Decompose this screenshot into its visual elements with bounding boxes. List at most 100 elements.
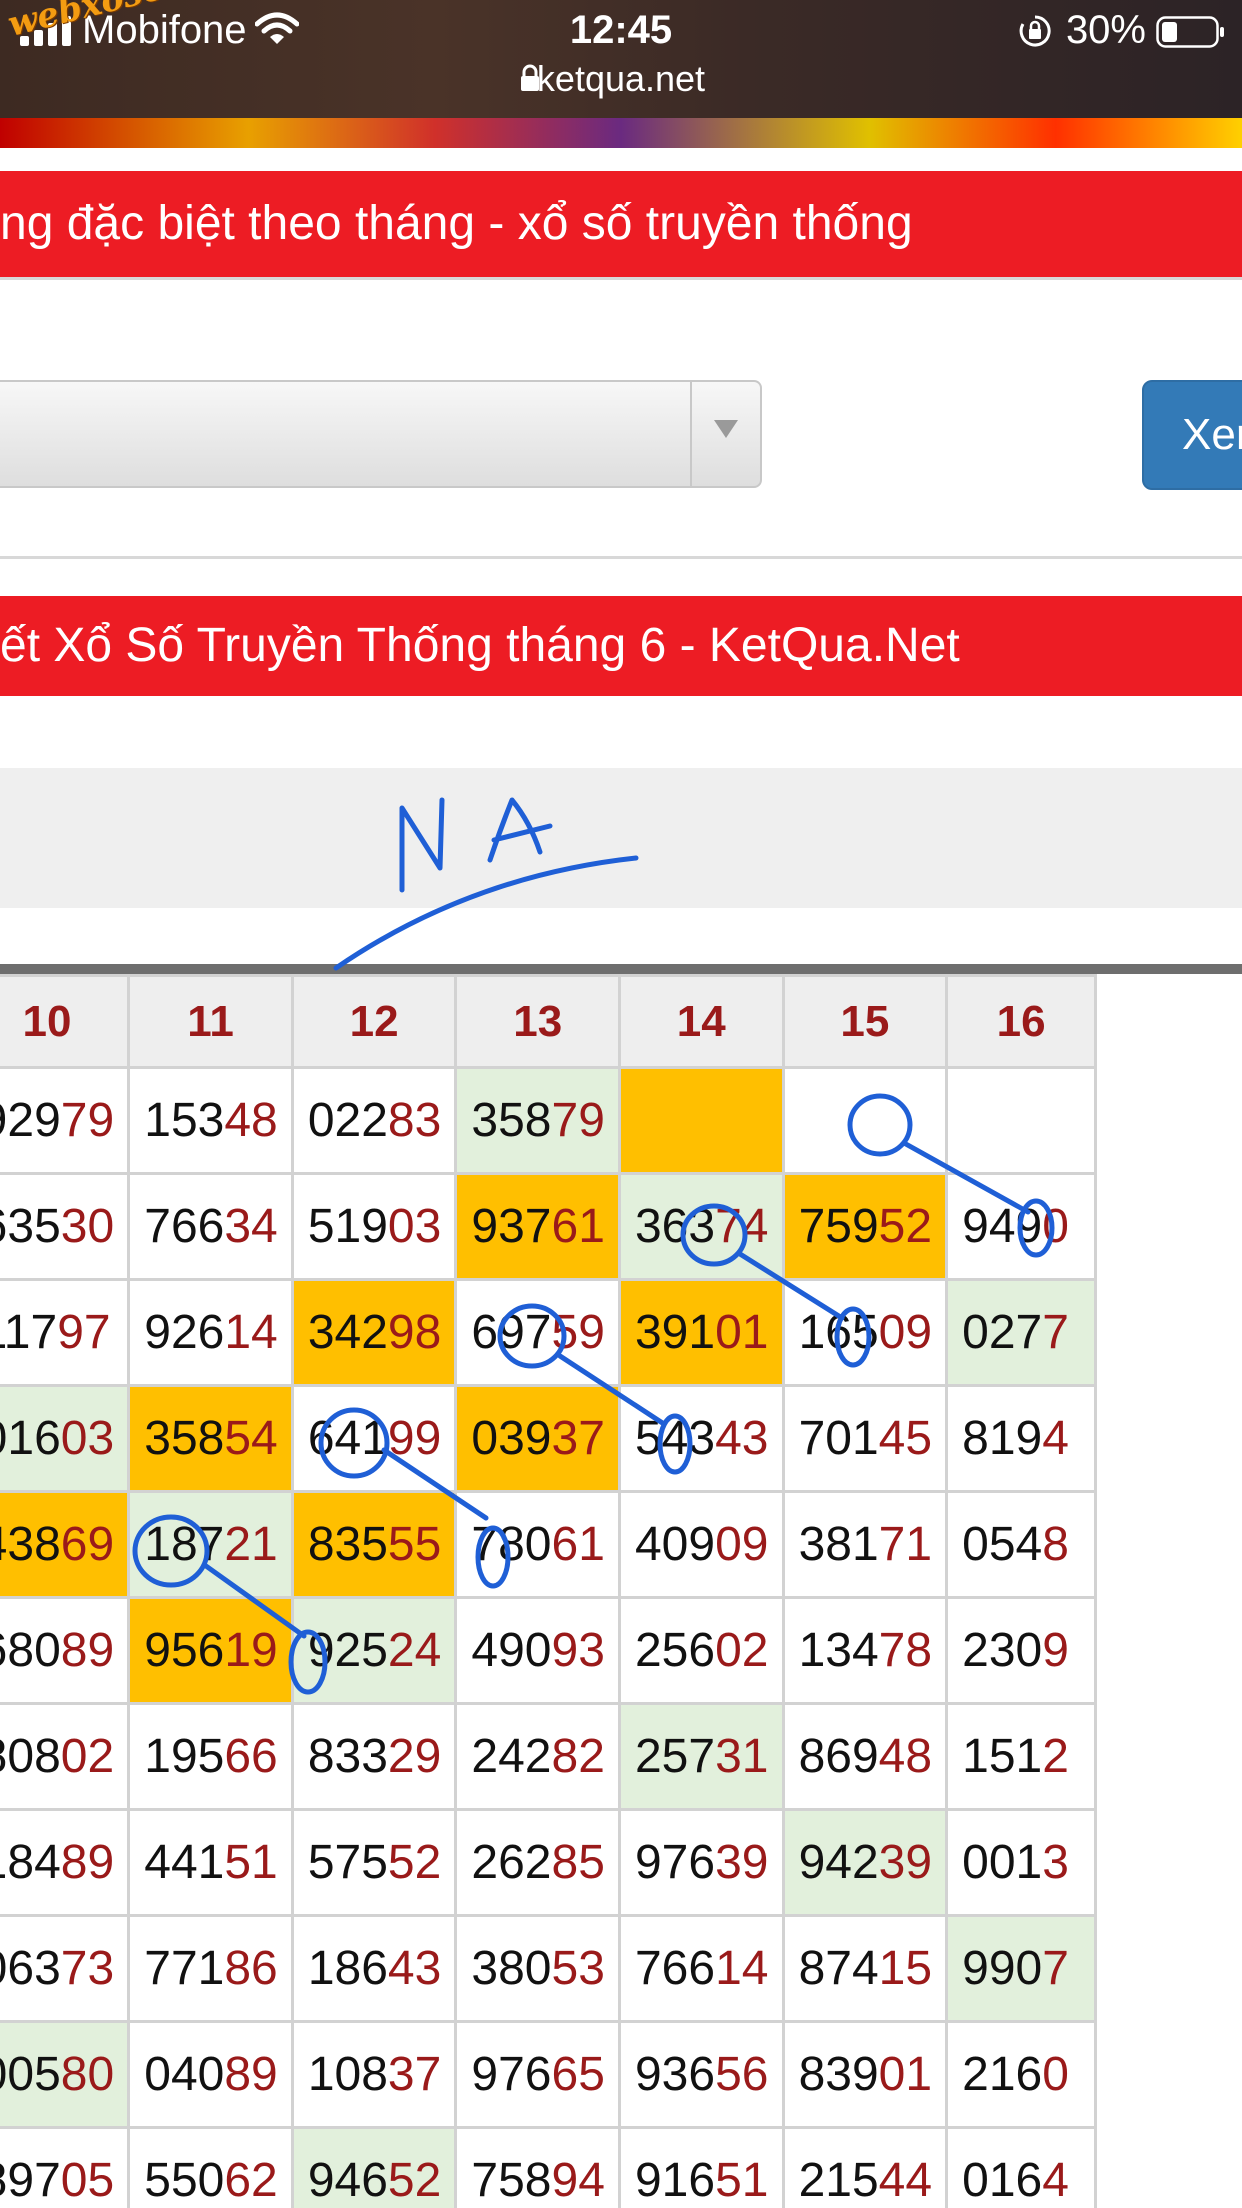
column-header-day: 14 [617,974,785,1069]
result-cell: 35854 [127,1384,294,1493]
result-prefix: 946 [307,2154,388,2207]
result-prefix: 490 [471,1624,552,1677]
result-cell: 9490 [945,1172,1097,1281]
result-cell: 01603 [0,1384,131,1493]
result-last-two-digits: 7 [1042,1942,1069,1995]
result-prefix: 230 [962,1624,1043,1677]
result-cell: 49093 [454,1596,621,1705]
result-last-two-digits: 65 [551,2048,605,2101]
result-cell: 34298 [290,1278,458,1387]
result-prefix: 441 [144,1836,225,1889]
result-cell: 16509 [781,1278,949,1387]
result-prefix: 976 [634,1836,716,1889]
result-last-two-digits: 37 [551,1412,605,1465]
results-table: 910111213141516 992979153480228335879063… [0,974,1097,2208]
result-last-two-digits: 59 [551,1306,605,1359]
result-last-two-digits: 01 [878,2048,933,2101]
result-cell: 0013 [945,1808,1097,1917]
result-cell: 0277 [945,1278,1097,1387]
result-last-two-digits: 89 [60,1624,115,1677]
result-cell: 25731 [617,1702,785,1811]
result-prefix: 937 [471,1200,552,1253]
month-select[interactable] [0,380,762,488]
result-last-two-digits: 52 [387,1836,442,1889]
result-prefix: 543 [634,1412,716,1465]
result-cell: 00580 [0,2020,131,2129]
result-cell: 83329 [290,1702,458,1811]
result-prefix: 054 [962,1518,1043,1571]
result-last-two-digits: 01 [715,1306,769,1359]
result-prefix: 771 [144,1942,225,1995]
result-prefix: 381 [798,1518,879,1571]
result-cell: 55062 [127,2126,294,2208]
results-table-container[interactable]: 910111213141516 992979153480228335879063… [0,964,1242,2208]
result-last-two-digits: 39 [878,1836,933,1889]
result-cell: 43869 [0,1490,131,1599]
result-cell: 24282 [454,1702,621,1811]
result-prefix: 187 [144,1518,225,1571]
result-prefix: 184 [0,1836,61,1889]
result-cell: 39101 [617,1278,785,1387]
rotation-lock-icon [1019,15,1051,47]
result-prefix: 936 [634,2048,716,2101]
result-last-two-digits: 14 [715,1942,769,1995]
result-prefix: 040 [144,2048,225,2101]
section-heading-monthly: ng đặc biệt theo tháng - xổ số truyền th… [0,171,1242,277]
result-last-two-digits: 94 [551,2154,605,2207]
result-cell: 0548 [945,1490,1097,1599]
result-last-two-digits: 98 [387,1306,442,1359]
result-last-two-digits: 05 [60,2154,115,2207]
result-prefix: 195 [144,1730,225,1783]
result-prefix: 186 [307,1942,388,1995]
result-last-two-digits: 0 [1042,1200,1069,1253]
result-cell: 97665 [454,2020,621,2129]
result-prefix: 701 [798,1412,879,1465]
table-row: 01848944151575522628597639942390013 [0,1808,1097,1917]
result-prefix: 153 [144,1094,225,1147]
result-cell: 78061 [454,1490,621,1599]
divider [0,277,1242,280]
result-last-two-digits: 74 [715,1200,769,1253]
table-row: 24386918721835557806140909381710548 [0,1490,1097,1599]
result-last-two-digits: 85 [551,1836,605,1889]
result-prefix: 808 [0,1730,61,1783]
result-last-two-digits: 44 [878,2154,933,2207]
result-last-two-digits: 3 [1042,1836,1069,1889]
battery-percent: 30% [1065,8,1146,52]
column-header-day: 13 [454,974,621,1069]
result-cell: 36374 [617,1172,785,1281]
result-prefix: 926 [144,1306,225,1359]
result-prefix: 942 [798,1836,879,1889]
result-cell: 94239 [781,1808,949,1917]
result-last-two-digits: 29 [387,1730,442,1783]
result-last-two-digits: 79 [60,1094,115,1147]
result-last-two-digits: 0 [1042,2048,1069,2101]
result-prefix: 438 [0,1518,61,1571]
select-dropdown-button[interactable] [690,382,760,486]
result-prefix: 550 [144,2154,225,2207]
result-last-two-digits: 39 [715,1836,769,1889]
result-prefix: 363 [634,1200,716,1253]
result-prefix: 758 [471,2154,552,2207]
result-last-two-digits: 02 [715,1624,769,1677]
result-last-two-digits: 56 [715,2048,769,2101]
result-prefix: 956 [144,1624,225,1677]
result-prefix: 874 [798,1942,879,1995]
view-button[interactable]: Xem [1142,380,1242,490]
result-last-two-digits: 54 [224,1412,278,1465]
result-prefix: 680 [0,1624,61,1677]
result-prefix: 262 [471,1836,552,1889]
result-cell: 02283 [290,1066,458,1175]
result-cell: 38171 [781,1490,949,1599]
result-cell: 75952 [781,1172,949,1281]
result-cell: 11797 [0,1278,131,1387]
result-cell: 94652 [290,2126,458,2208]
result-last-two-digits: 45 [878,1412,933,1465]
result-prefix: 380 [471,1942,552,1995]
result-last-two-digits: 24 [387,1624,442,1677]
browser-url[interactable]: ketqua.net [0,58,1242,100]
result-prefix: 925 [307,1624,388,1677]
result-prefix: 990 [962,1942,1043,1995]
result-cell: 8194 [945,1384,1097,1493]
result-cell: 06373 [0,1914,131,2023]
